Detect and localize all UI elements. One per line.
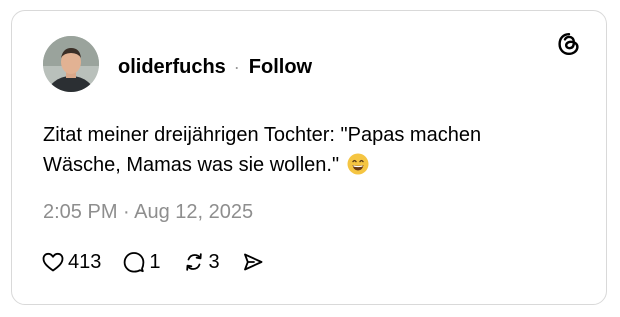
grinning-face-emoji-icon — [347, 153, 369, 175]
like-count: 413 — [68, 251, 102, 273]
repost-button[interactable]: 3 — [182, 250, 220, 274]
share-button[interactable] — [241, 250, 268, 274]
action-bar: 413 1 3 — [41, 250, 289, 274]
follow-button[interactable]: Follow — [249, 56, 312, 79]
post-header: oliderfuchs · Follow — [118, 55, 312, 79]
reply-button[interactable]: 1 — [122, 250, 161, 274]
reply-count: 1 — [149, 251, 161, 273]
send-icon — [243, 253, 263, 271]
post-text: Zitat meiner dreijährigen Tochter: "Papa… — [43, 120, 563, 180]
repost-count: 3 — [208, 251, 220, 273]
avatar[interactable] — [43, 36, 99, 92]
speech-bubble-icon — [124, 252, 145, 273]
threads-logo-icon[interactable] — [556, 31, 582, 57]
heart-icon — [42, 252, 64, 272]
separator-dot: · — [233, 56, 240, 77]
repost-icon — [185, 253, 202, 271]
post-body: Zitat meiner dreijährigen Tochter: "Papa… — [43, 124, 482, 176]
post-timestamp: 2:05 PM · Aug 12, 2025 — [43, 201, 254, 223]
post-card: oliderfuchs · Follow Zitat meiner dreijä… — [11, 10, 607, 305]
like-button[interactable]: 413 — [41, 250, 101, 274]
username[interactable]: oliderfuchs — [118, 56, 226, 79]
